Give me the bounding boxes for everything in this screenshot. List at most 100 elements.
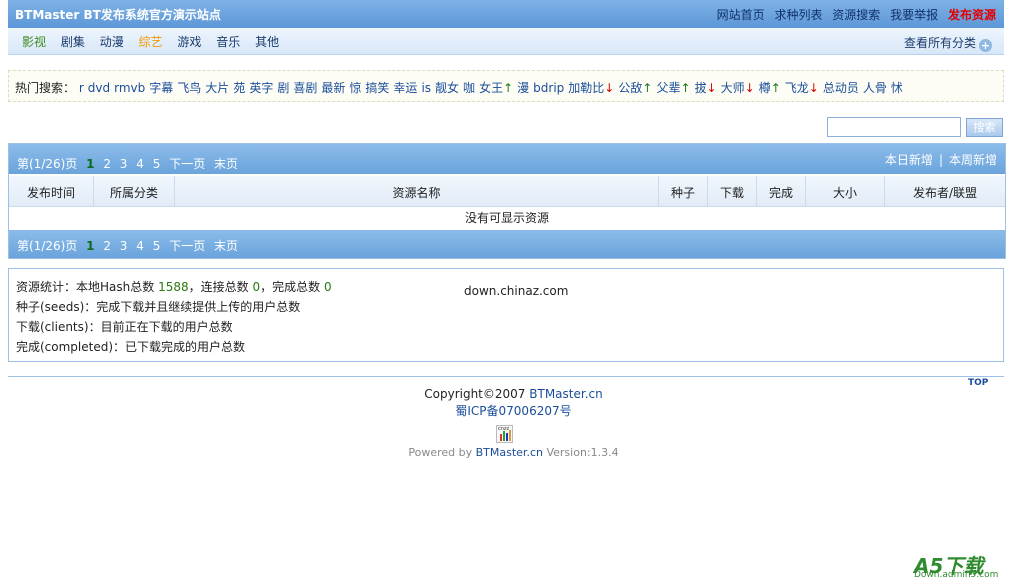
hot-keyword[interactable]: 人骨 — [863, 81, 887, 95]
nav-home-link[interactable]: 网站首页 — [717, 8, 765, 22]
nav-resource-search-link[interactable]: 资源搜索 — [832, 8, 880, 22]
page-link-5[interactable]: 5 — [153, 157, 161, 171]
hot-keyword[interactable]: bdrip — [533, 81, 564, 95]
conn-total-value: 0 — [252, 280, 261, 294]
publish-resource-link[interactable]: 发布资源 — [948, 8, 996, 22]
search-button[interactable]: 搜索 — [966, 118, 1003, 137]
next-page-link[interactable]: 下一页 — [169, 157, 205, 171]
view-all-categories-link[interactable]: 查看所有分类 + — [904, 34, 992, 52]
hot-keyword[interactable]: is — [421, 81, 431, 95]
hot-keyword[interactable]: dvd — [88, 81, 110, 95]
copyright-link[interactable]: BTMaster.cn — [529, 387, 602, 401]
hot-keyword[interactable]: 大师↓ — [721, 81, 755, 95]
hot-keyword[interactable]: 飞龙↓ — [785, 81, 819, 95]
done-total-value: 0 — [323, 280, 332, 294]
column-size[interactable]: 大小 — [806, 184, 884, 201]
hot-keyword[interactable]: 苑 — [233, 81, 245, 95]
hot-keyword[interactable]: 漫 — [517, 81, 529, 95]
page-link-4[interactable]: 4 — [136, 157, 144, 171]
top-header: BTMaster BT发布系统官方演示站点 网站首页 求种列表 资源搜索 我要举… — [8, 0, 1004, 28]
page-link-3[interactable]: 3 — [120, 239, 128, 253]
column-publisher[interactable]: 发布者/联盟 — [885, 184, 1005, 201]
column-seeds[interactable]: 种子 — [659, 184, 707, 201]
resource-table: 第(1/26)页 1 2 3 4 5 下一页 末页 本日新增 | 本周新增 发布时间… — [8, 143, 1006, 259]
tab-music[interactable]: 音乐 — [216, 35, 240, 49]
copyright: Copyright©2007 BTMaster.cn — [0, 387, 1027, 401]
nav-request-list-link[interactable]: 求种列表 — [774, 8, 822, 22]
page-link-2[interactable]: 2 — [103, 157, 111, 171]
view-all-categories-label: 查看所有分类 — [903, 36, 976, 50]
stats-chart-icon[interactable]: cnzz — [496, 425, 513, 443]
page-link-4[interactable]: 4 — [136, 239, 144, 253]
powered-by-text: Powered by — [408, 446, 473, 459]
column-category[interactable]: 所属分类 — [94, 184, 174, 201]
hot-keyword[interactable]: 英字 — [249, 81, 273, 95]
tab-variety[interactable]: 综艺 — [139, 35, 163, 49]
a5-logo: A5下载 Down.admin5.com — [914, 550, 998, 580]
page-link-3[interactable]: 3 — [120, 157, 128, 171]
trend-down-icon: ↓ — [744, 81, 755, 95]
done-total-label: ，完成总数 — [260, 280, 321, 294]
nav-report-link[interactable]: 我要举报 — [890, 8, 938, 22]
conn-total-label: ，连接总数 — [188, 280, 249, 294]
last-page-link[interactable]: 末页 — [214, 239, 238, 253]
last-page-link[interactable]: 末页 — [214, 157, 238, 171]
plus-icon: + — [979, 39, 992, 52]
powered-by: Powered by BTMaster.cn Version:1.3.4 — [0, 446, 1027, 459]
hot-keyword[interactable]: 大片 — [205, 81, 229, 95]
page-link-1[interactable]: 1 — [86, 239, 94, 253]
new-links: 本日新增 | 本周新增 — [885, 151, 997, 168]
tab-games[interactable]: 游戏 — [177, 35, 201, 49]
hot-keyword[interactable]: 怵 — [891, 81, 903, 95]
page-info: 第(1/26)页 — [17, 157, 78, 171]
hot-keyword[interactable]: 总动员 — [823, 81, 859, 95]
hot-keyword[interactable]: 飞鸟 — [177, 81, 201, 95]
hot-keyword[interactable]: 樽↑ — [759, 81, 781, 95]
tab-movies[interactable]: 影视 — [22, 35, 46, 49]
hot-keyword[interactable]: 剧 — [277, 81, 289, 95]
column-resource-name[interactable]: 资源名称 — [175, 184, 658, 201]
hot-keyword[interactable]: r — [79, 81, 84, 95]
hot-keyword[interactable]: 靓女 — [435, 81, 459, 95]
hot-keyword[interactable]: 幸运 — [393, 81, 417, 95]
hot-keyword[interactable]: 字幕 — [149, 81, 173, 95]
trend-up-icon: ↑ — [680, 81, 691, 95]
hot-keyword[interactable]: 加勒比↓ — [568, 81, 614, 95]
next-page-link[interactable]: 下一页 — [169, 239, 205, 253]
hot-keyword[interactable]: 女王↑ — [479, 81, 513, 95]
empty-message: 没有可显示资源 — [464, 211, 549, 225]
tab-series[interactable]: 剧集 — [61, 35, 85, 49]
trend-down-icon: ↓ — [604, 81, 615, 95]
hot-search-bar: 热门搜索： r dvd rmvb 字幕 飞鸟 大片苑英字剧喜剧 最新惊搞笑 幸运 is 靓女咖女王… — [8, 70, 1004, 102]
column-publish-time[interactable]: 发布时间 — [9, 184, 93, 201]
hot-keyword[interactable]: 公敌↑ — [618, 81, 652, 95]
powered-by-link[interactable]: BTMaster.cn — [476, 446, 543, 459]
hot-keyword[interactable]: 最新 — [321, 81, 345, 95]
footer-divider — [8, 376, 1004, 377]
column-downloads[interactable]: 下载 — [708, 184, 756, 201]
week-new-link[interactable]: 本周新增 — [949, 153, 997, 167]
completed-description: 完成(completed)：已下载完成的用户总数 — [16, 340, 246, 354]
top-nav: 网站首页 求种列表 资源搜索 我要举报 发布资源 — [711, 6, 996, 23]
icp-link[interactable]: 蜀ICP备07006207号 — [0, 402, 1027, 419]
today-new-link[interactable]: 本日新增 — [885, 153, 933, 167]
tab-anime[interactable]: 动漫 — [100, 35, 124, 49]
hot-keyword[interactable]: 父辈↑ — [656, 81, 690, 95]
page-link-5[interactable]: 5 — [153, 239, 161, 253]
hot-keyword[interactable]: 咖 — [463, 81, 475, 95]
trend-up-icon: ↑ — [503, 81, 514, 95]
hot-keyword[interactable]: 喜剧 — [293, 81, 317, 95]
tab-other[interactable]: 其他 — [255, 35, 279, 49]
search-input[interactable] — [827, 117, 961, 137]
hot-keyword[interactable]: 搞笑 — [365, 81, 389, 95]
hot-keyword[interactable]: 惊 — [349, 81, 361, 95]
clients-description: 下载(clients)：目前正在下载的用户总数 — [16, 320, 233, 334]
hot-keyword[interactable]: 拔↓ — [695, 81, 717, 95]
page-link-1[interactable]: 1 — [86, 157, 94, 171]
trend-down-icon: ↓ — [808, 81, 819, 95]
column-completed[interactable]: 完成 — [757, 184, 805, 201]
page-link-2[interactable]: 2 — [103, 239, 111, 253]
separator: | — [938, 153, 943, 167]
pager-top: 第(1/26)页 1 2 3 4 5 下一页 末页 本日新增 | 本周新增 — [9, 144, 1005, 174]
hot-keyword[interactable]: rmvb — [114, 81, 145, 95]
